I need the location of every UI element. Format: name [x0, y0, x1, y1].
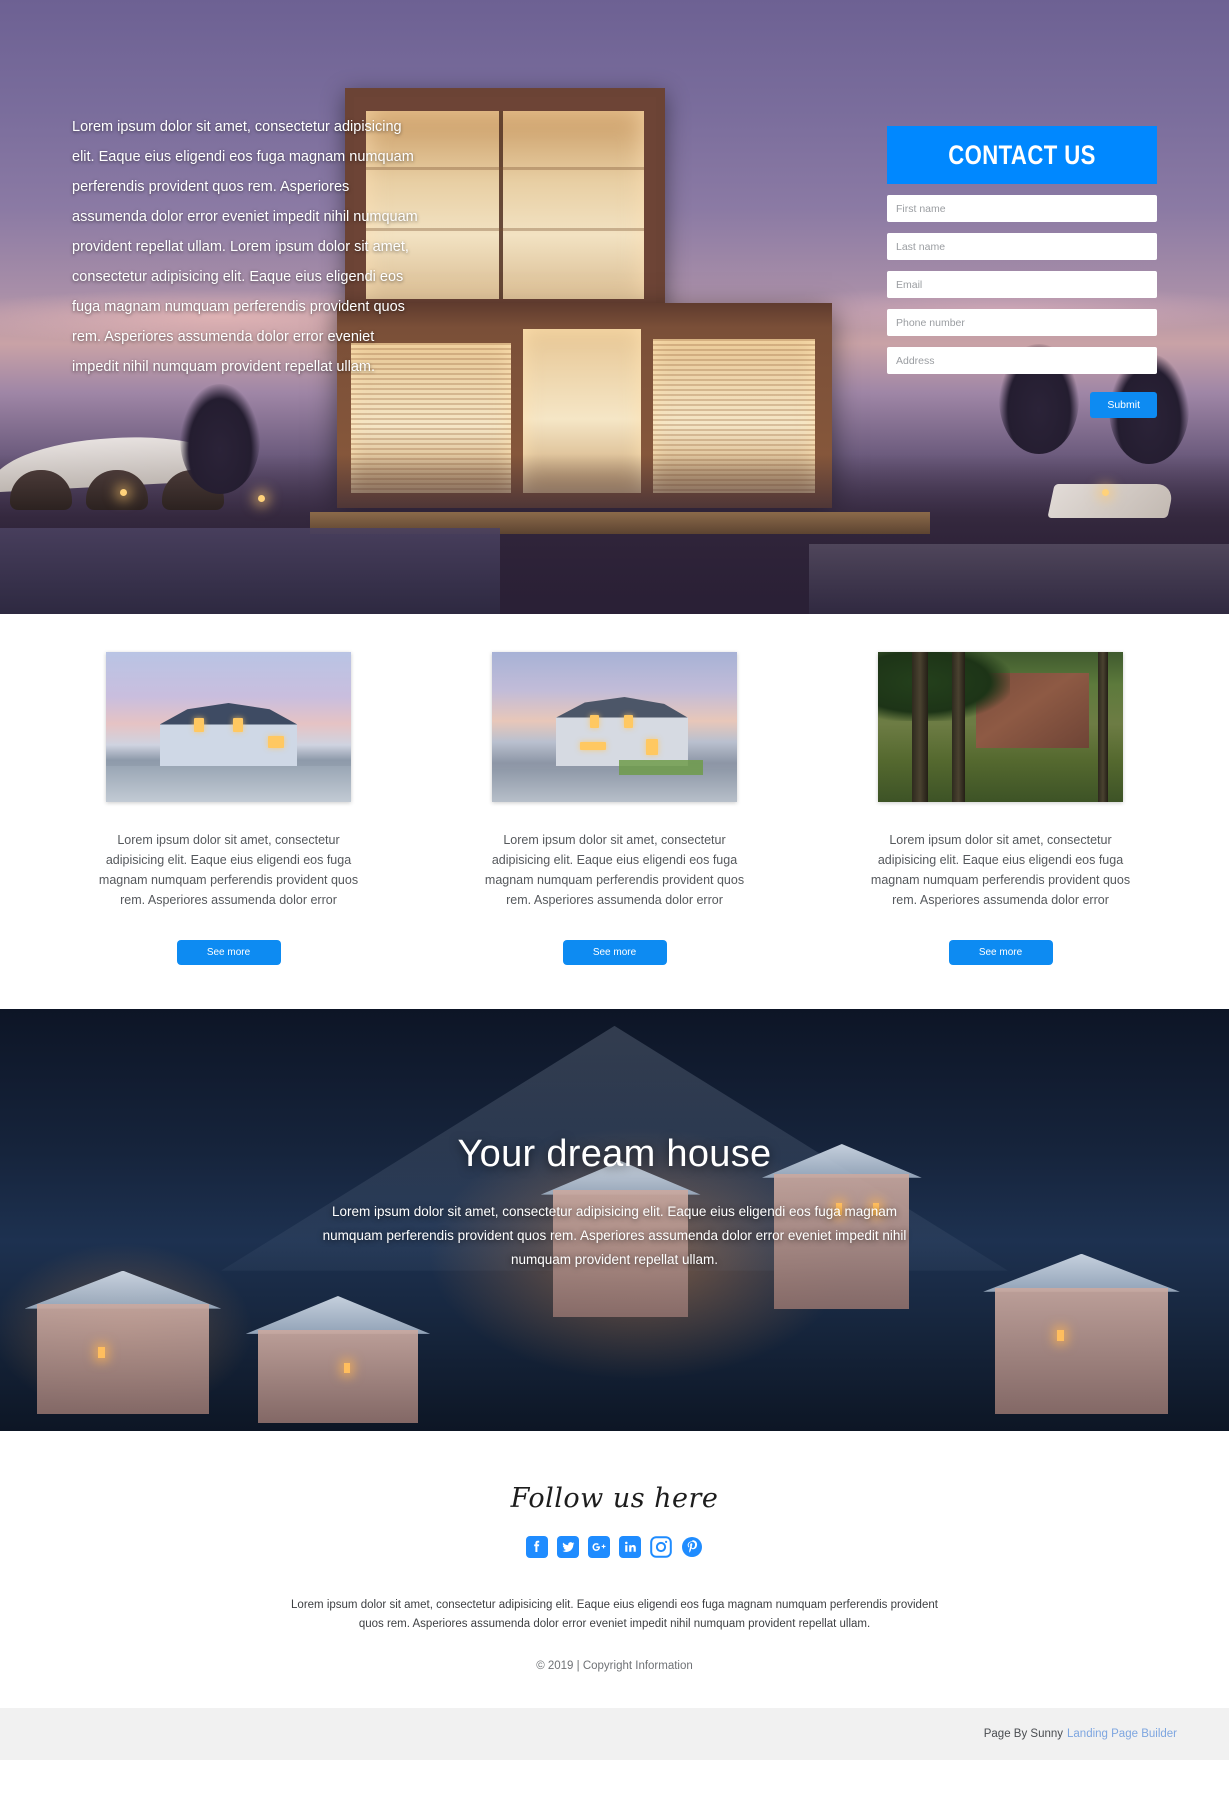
hero-paragraph: Lorem ipsum dolor sit amet, consectetur …: [72, 119, 418, 375]
see-more-button[interactable]: See more: [948, 940, 1053, 965]
landing-page: Lorem ipsum dolor sit amet, consectetur …: [0, 0, 1229, 1820]
landing-page-builder-link[interactable]: Landing Page Builder: [1067, 1728, 1177, 1740]
feature-card-button-row: See more: [470, 940, 760, 965]
dream-content: Your dream house Lorem ipsum dolor sit a…: [0, 1009, 1229, 1272]
features-section: Lorem ipsum dolor sit amet, consectetur …: [0, 614, 1229, 1009]
contact-form-title: CONTACT US: [911, 126, 1133, 184]
hero-section: Lorem ipsum dolor sit amet, consectetur …: [0, 0, 1229, 614]
address-input[interactable]: [887, 347, 1157, 374]
dream-subtitle: Lorem ipsum dolor sit amet, consectetur …: [322, 1204, 907, 1267]
feature-card: Lorem ipsum dolor sit amet, consectetur …: [84, 652, 374, 965]
hero-pool-left: [0, 528, 500, 614]
google-plus-icon[interactable]: [588, 1536, 610, 1558]
feature-card-text: Lorem ipsum dolor sit amet, consectetur …: [870, 833, 1131, 907]
feature-card-button-row: See more: [856, 940, 1146, 965]
email-input[interactable]: [887, 271, 1157, 298]
follow-us-heading: Follow us here: [510, 1483, 719, 1514]
dream-house-section: Your dream house Lorem ipsum dolor sit a…: [0, 1009, 1229, 1431]
last-name-input[interactable]: [887, 233, 1157, 260]
feature-card-text: Lorem ipsum dolor sit amet, consectetur …: [98, 833, 359, 907]
copyright-text: © 2019 | Copyright Information: [536, 1660, 693, 1672]
dream-title: Your dream house: [457, 1133, 772, 1175]
feature-card-image: [878, 652, 1123, 802]
feature-card-image: [106, 652, 351, 802]
contact-form-header: CONTACT US: [887, 126, 1157, 184]
feature-card: Lorem ipsum dolor sit amet, consectetur …: [856, 652, 1146, 965]
see-more-button[interactable]: See more: [176, 940, 281, 965]
footer-paragraph: Lorem ipsum dolor sit amet, consectetur …: [291, 1599, 938, 1630]
hero-pool-right: [809, 544, 1229, 614]
feature-card: Lorem ipsum dolor sit amet, consectetur …: [470, 652, 760, 965]
submit-button[interactable]: Submit: [1090, 392, 1157, 418]
facebook-icon[interactable]: [526, 1536, 548, 1558]
footer-section: Follow us here Lorem ipsum dolor sit ame…: [0, 1431, 1229, 1708]
linkedin-icon[interactable]: [619, 1536, 641, 1558]
page-by-label: Page By Sunny: [983, 1728, 1064, 1740]
pool-lounger: [1047, 484, 1175, 518]
feature-card-image: [492, 652, 737, 802]
submit-row: Submit: [887, 392, 1157, 418]
first-name-input[interactable]: [887, 195, 1157, 222]
see-more-button[interactable]: See more: [562, 940, 667, 965]
instagram-icon[interactable]: [650, 1536, 672, 1558]
phone-number-input[interactable]: [887, 309, 1157, 336]
social-links: [0, 1536, 1229, 1558]
feature-card-button-row: See more: [84, 940, 374, 965]
contact-form: CONTACT US Submit: [887, 126, 1157, 418]
twitter-icon[interactable]: [557, 1536, 579, 1558]
hero-tree: [180, 384, 260, 494]
feature-card-text: Lorem ipsum dolor sit amet, consectetur …: [484, 833, 745, 907]
pinterest-icon[interactable]: [681, 1536, 703, 1558]
bottom-bar: Page By Sunny Landing Page Builder: [0, 1708, 1229, 1760]
